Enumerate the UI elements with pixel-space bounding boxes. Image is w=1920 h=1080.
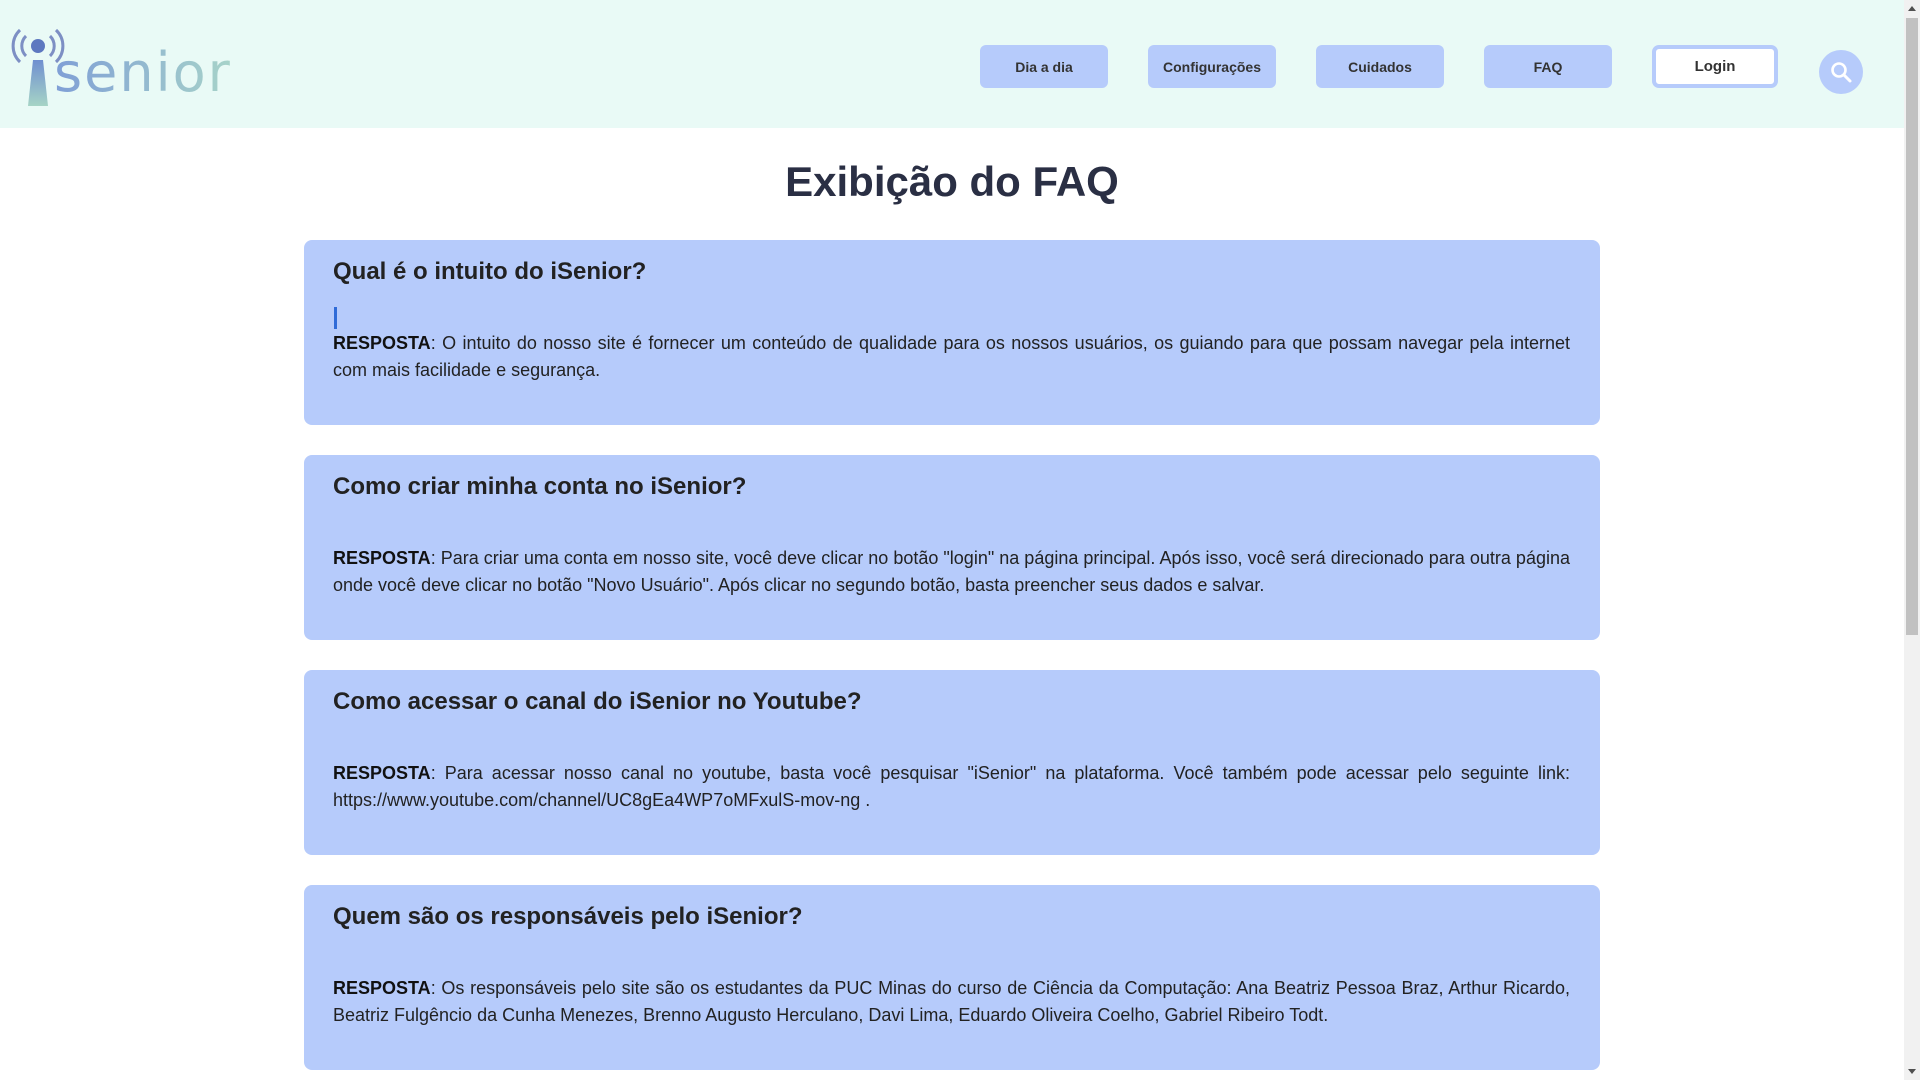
faq-answer: RESPOSTA: O intuito do nosso site é forn… [333,330,1570,384]
faq-card: Quem são os responsáveis pelo iSenior? R… [304,885,1600,1070]
answer-prefix: RESPOSTA [333,333,431,353]
site-header: senior Dia a dia Configurações Cuidados … [0,0,1904,128]
faq-answer: RESPOSTA: Para acessar nosso canal no yo… [333,760,1570,814]
answer-prefix: RESPOSTA [333,978,431,998]
answer-prefix: RESPOSTA [333,548,431,568]
faq-card: Como acessar o canal do iSenior no Youtu… [304,670,1600,855]
faq-question: Como acessar o canal do iSenior no Youtu… [333,688,862,715]
vertical-scrollbar[interactable] [1904,0,1920,1080]
scroll-thumb[interactable] [1906,18,1918,635]
search-button[interactable] [1819,50,1863,94]
answer-text: : Os responsáveis pelo site são os estud… [333,978,1570,1025]
isenior-logo[interactable]: senior [8,22,230,106]
answer-text: : O intuito do nosso site é fornecer um … [333,333,1570,380]
answer-text: : Para criar uma conta em nosso site, vo… [333,548,1570,595]
scroll-down-arrow-icon[interactable] [1908,1069,1916,1074]
page-title: Exibição do FAQ [785,158,1119,205]
faq-question: Qual é o intuito do iSenior? [333,258,647,285]
nav-dia-a-dia[interactable]: Dia a dia [980,45,1108,88]
faq-question: Quem são os responsáveis pelo iSenior? [333,903,803,930]
faq-answer: RESPOSTA: Para criar uma conta em nosso … [333,545,1570,599]
faq-card: Como criar minha conta no iSenior? RESPO… [304,455,1600,640]
search-icon [1831,62,1852,83]
nav-cuidados[interactable]: Cuidados [1316,45,1444,88]
nav-configuracoes[interactable]: Configurações [1148,45,1276,88]
login-button[interactable]: Login [1652,45,1778,88]
faq-card: Qual é o intuito do iSenior? RESPOSTA: O… [304,240,1600,425]
answer-prefix: RESPOSTA [333,763,431,783]
logo-text: senior [54,41,232,104]
text-cursor [334,307,337,329]
nav-faq[interactable]: FAQ [1484,45,1612,88]
scroll-up-arrow-icon[interactable] [1908,6,1916,11]
faq-answer: RESPOSTA: Os responsáveis pelo site são … [333,975,1570,1029]
faq-question: Como criar minha conta no iSenior? [333,473,747,500]
answer-text: : Para acessar nosso canal no youtube, b… [333,763,1570,810]
